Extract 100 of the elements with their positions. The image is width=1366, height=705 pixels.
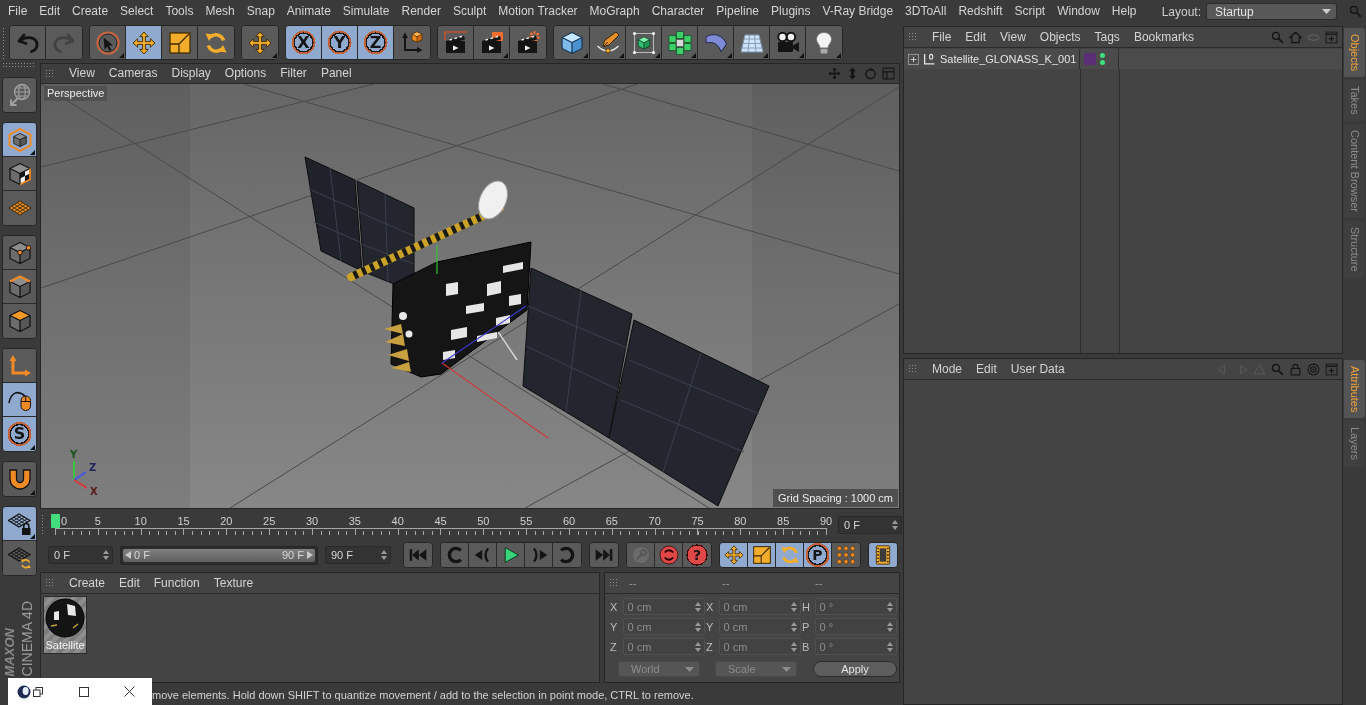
workplane-lock-button[interactable]	[3, 507, 36, 541]
pen-icon	[595, 30, 620, 55]
key-rotation-button[interactable]	[776, 543, 804, 567]
viewport-menu-item[interactable]: Filter	[280, 66, 307, 81]
apply-button[interactable]: Apply	[813, 661, 897, 677]
tweak-mode-button[interactable]	[3, 383, 36, 417]
key-scale-button[interactable]	[748, 543, 776, 567]
menu-item[interactable]: File	[8, 4, 28, 19]
make-editable-button[interactable]	[3, 78, 36, 112]
caret-down-icon	[782, 666, 791, 672]
menu-item[interactable]: Redshift	[958, 4, 1003, 19]
editor-visibility-dot[interactable]	[1100, 53, 1105, 58]
object-menu-item[interactable]: View	[1000, 29, 1026, 45]
viewport[interactable]: Perspective Grid Spacing : 1000 cm Y Z X	[41, 84, 899, 508]
menu-item[interactable]: Help	[1111, 4, 1137, 19]
menu-item[interactable]: Tools	[165, 4, 194, 19]
model-mode-button[interactable]	[3, 123, 36, 157]
material-menu-item[interactable]: Edit	[119, 575, 140, 591]
material-menu-item[interactable]: Texture	[213, 575, 254, 591]
menu-item[interactable]: Motion Tracker	[498, 4, 578, 19]
menu-item[interactable]: Character	[651, 4, 705, 19]
axis-mode-button[interactable]	[3, 349, 36, 383]
close-button[interactable]	[124, 686, 135, 697]
attribute-menu-item[interactable]: Mode	[932, 361, 963, 377]
range-start-label: 0 F	[134, 549, 150, 561]
object-menu-item[interactable]: Edit	[965, 29, 987, 45]
menu-item[interactable]: Plugins	[771, 4, 811, 19]
key-parameter-button[interactable]: P	[804, 543, 832, 567]
current-frame-field[interactable]: 0 F	[838, 516, 902, 534]
menu-item[interactable]: Sculpt	[452, 4, 487, 19]
menu-item[interactable]: Simulate	[342, 4, 390, 19]
object-menu-item[interactable]: File	[932, 29, 952, 45]
solo-button[interactable]: S	[3, 417, 36, 451]
start-frame-field[interactable]: 0 F	[48, 546, 113, 564]
side-tab[interactable]: Objects	[1344, 28, 1365, 78]
axis-lock-button[interactable]: X	[286, 26, 322, 59]
go-to-end-button[interactable]	[590, 543, 618, 567]
menu-item[interactable]: Create	[72, 4, 109, 19]
move-tool-button[interactable]	[126, 26, 162, 59]
grip-handle[interactable]	[41, 514, 45, 536]
frame-number: 45	[434, 515, 447, 527]
object-menu-item[interactable]: Bookmarks	[1133, 29, 1194, 45]
object-menu-item[interactable]: Tags	[1094, 29, 1120, 45]
viewport-menu-item[interactable]: Cameras	[108, 66, 158, 81]
menu-item[interactable]: Render	[401, 4, 441, 19]
points-mode-button[interactable]	[3, 236, 36, 270]
object-name[interactable]: Satellite_GLONASS_K_001	[940, 53, 1077, 65]
snap-button[interactable]	[3, 462, 36, 496]
restore-button[interactable]	[33, 686, 43, 697]
null-object-icon	[923, 52, 936, 66]
frame-number: 5	[94, 515, 101, 527]
key-position-button[interactable]	[720, 543, 748, 567]
viewport-menu-item[interactable]: Display	[171, 66, 211, 81]
minimized-window-bar[interactable]	[8, 678, 152, 705]
spinner-icon	[790, 621, 797, 632]
cube-button[interactable]	[554, 26, 590, 59]
viewport-menu-item[interactable]: Options	[224, 66, 267, 81]
axis-lock-button[interactable]: Z	[358, 26, 394, 59]
gizmo-axis-label: Y	[70, 449, 78, 460]
timeline-button[interactable]	[869, 543, 897, 567]
attribute-menu-item[interactable]: Edit	[976, 361, 997, 377]
side-tab[interactable]: Attributes	[1344, 360, 1365, 419]
material-menu-item[interactable]: Create	[69, 575, 106, 591]
menu-item[interactable]: V-Ray Bridge	[822, 4, 894, 19]
menu-item[interactable]: Snap	[246, 4, 275, 19]
layout-dropdown[interactable]: Startup	[1206, 3, 1337, 20]
viewport-menu-item[interactable]: View	[69, 66, 95, 81]
maximize-button[interactable]	[79, 686, 89, 697]
render-visibility-dot[interactable]	[1100, 60, 1105, 65]
viewport-menu-item[interactable]: Panel	[320, 66, 352, 81]
end-frame-field[interactable]: 90 F	[325, 546, 391, 564]
previous-key-button[interactable]	[441, 543, 469, 567]
undo-button[interactable]	[10, 26, 46, 59]
four-arrows-icon	[723, 545, 744, 565]
layer-color-swatch[interactable]	[1084, 53, 1096, 65]
playhead-marker[interactable]	[50, 514, 60, 528]
menu-item[interactable]: Script	[1014, 4, 1046, 19]
live-selection-button[interactable]	[90, 26, 126, 59]
material-menu-item[interactable]: Function	[153, 575, 200, 591]
object-menu-item[interactable]: Objects	[1039, 29, 1081, 45]
menu-item[interactable]: Window	[1057, 4, 1100, 19]
render-view-button[interactable]	[438, 26, 474, 59]
menu-item[interactable]: Mesh	[205, 4, 235, 19]
frame-number: 15	[177, 515, 190, 527]
object-row[interactable]: Satellite_GLONASS_K_001	[904, 49, 1342, 69]
help-button[interactable]: ?	[683, 543, 711, 567]
expand-toggle-icon[interactable]	[908, 53, 919, 65]
menu-item[interactable]: Animate	[286, 4, 331, 19]
frame-number: 55	[520, 515, 533, 527]
menu-item[interactable]: Select	[120, 4, 154, 19]
attribute-menu-item[interactable]: User Data	[1010, 361, 1065, 377]
axis-lock-button[interactable]: Y	[322, 26, 358, 59]
frame-number: 60	[562, 515, 576, 527]
go-to-start-button[interactable]	[404, 543, 432, 567]
grip-handle[interactable]	[2, 26, 6, 59]
menu-item[interactable]: Pipeline	[716, 4, 760, 19]
move-tool-button[interactable]	[242, 26, 278, 59]
menu-item[interactable]: 3DToAll	[905, 4, 947, 19]
menu-item[interactable]: MoGraph	[589, 4, 640, 19]
menu-item[interactable]: Edit	[39, 4, 61, 19]
